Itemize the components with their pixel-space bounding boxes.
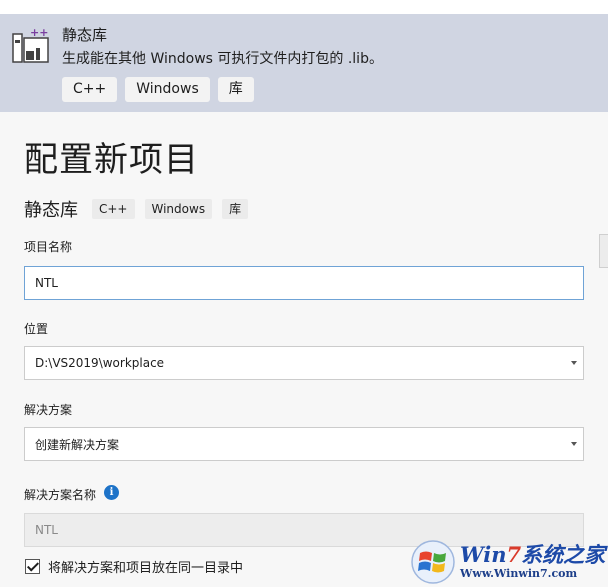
solution-dropdown[interactable]: 创建新解决方案 [24,427,584,461]
solution-label: 解决方案 [24,403,73,417]
chevron-down-icon[interactable] [571,361,577,365]
tag-library: 库 [217,77,254,102]
template-card[interactable]: ++ 静态库 生成能在其他 Windows 可执行文件内打包的 .lib。 C+… [0,14,608,112]
subtitle-row: 静态库 C++ Windows 库 [24,196,249,222]
tag-windows: Windows [125,77,210,102]
tag-cpp: C++ [62,77,118,102]
same-directory-checkbox[interactable] [25,559,40,574]
windows-logo-icon [411,539,455,584]
project-name-label: 项目名称 [24,240,73,254]
watermark: Win7系统之家 Www.Winwin7.com [410,536,608,587]
tag-windows: Windows [144,199,213,219]
solution-value: 创建新解决方案 [35,437,120,452]
same-directory-option[interactable]: 将解决方案和项目放在同一目录中 [25,557,243,576]
project-name-input[interactable]: NTL [24,266,584,300]
tag-cpp: C++ [92,199,135,219]
watermark-brand: Win7系统之家 [460,541,606,567]
browse-button[interactable] [599,234,608,268]
watermark-brand-prefix: Win [460,541,507,567]
configure-project-panel: 配置新项目 静态库 C++ Windows 库 项目名称 NTL 位置 D:\V… [0,112,608,587]
same-directory-label: 将解决方案和项目放在同一目录中 [48,561,244,576]
template-description: 生成能在其他 Windows 可执行文件内打包的 .lib。 [62,51,383,67]
location-value: D:\VS2019\workplace [35,356,165,370]
project-type-title: 静态库 [24,200,78,221]
static-library-icon: ++ [12,26,49,63]
watermark-url: Www.Winwin7.com [460,566,578,580]
info-icon[interactable]: i [104,485,119,500]
watermark-brand-suffix: 系统之家 [521,541,606,567]
tag-library: 库 [222,199,249,219]
location-label: 位置 [24,322,49,336]
template-tags: C++ Windows 库 [62,77,254,102]
chevron-down-icon[interactable] [571,442,577,446]
template-title: 静态库 [62,26,108,44]
watermark-brand-seven: 7 [506,541,522,567]
svg-text:++: ++ [30,26,48,39]
page-title: 配置新项目 [24,140,199,180]
solution-name-label: 解决方案名称 [24,488,97,502]
location-combobox[interactable]: D:\VS2019\workplace [24,346,584,380]
